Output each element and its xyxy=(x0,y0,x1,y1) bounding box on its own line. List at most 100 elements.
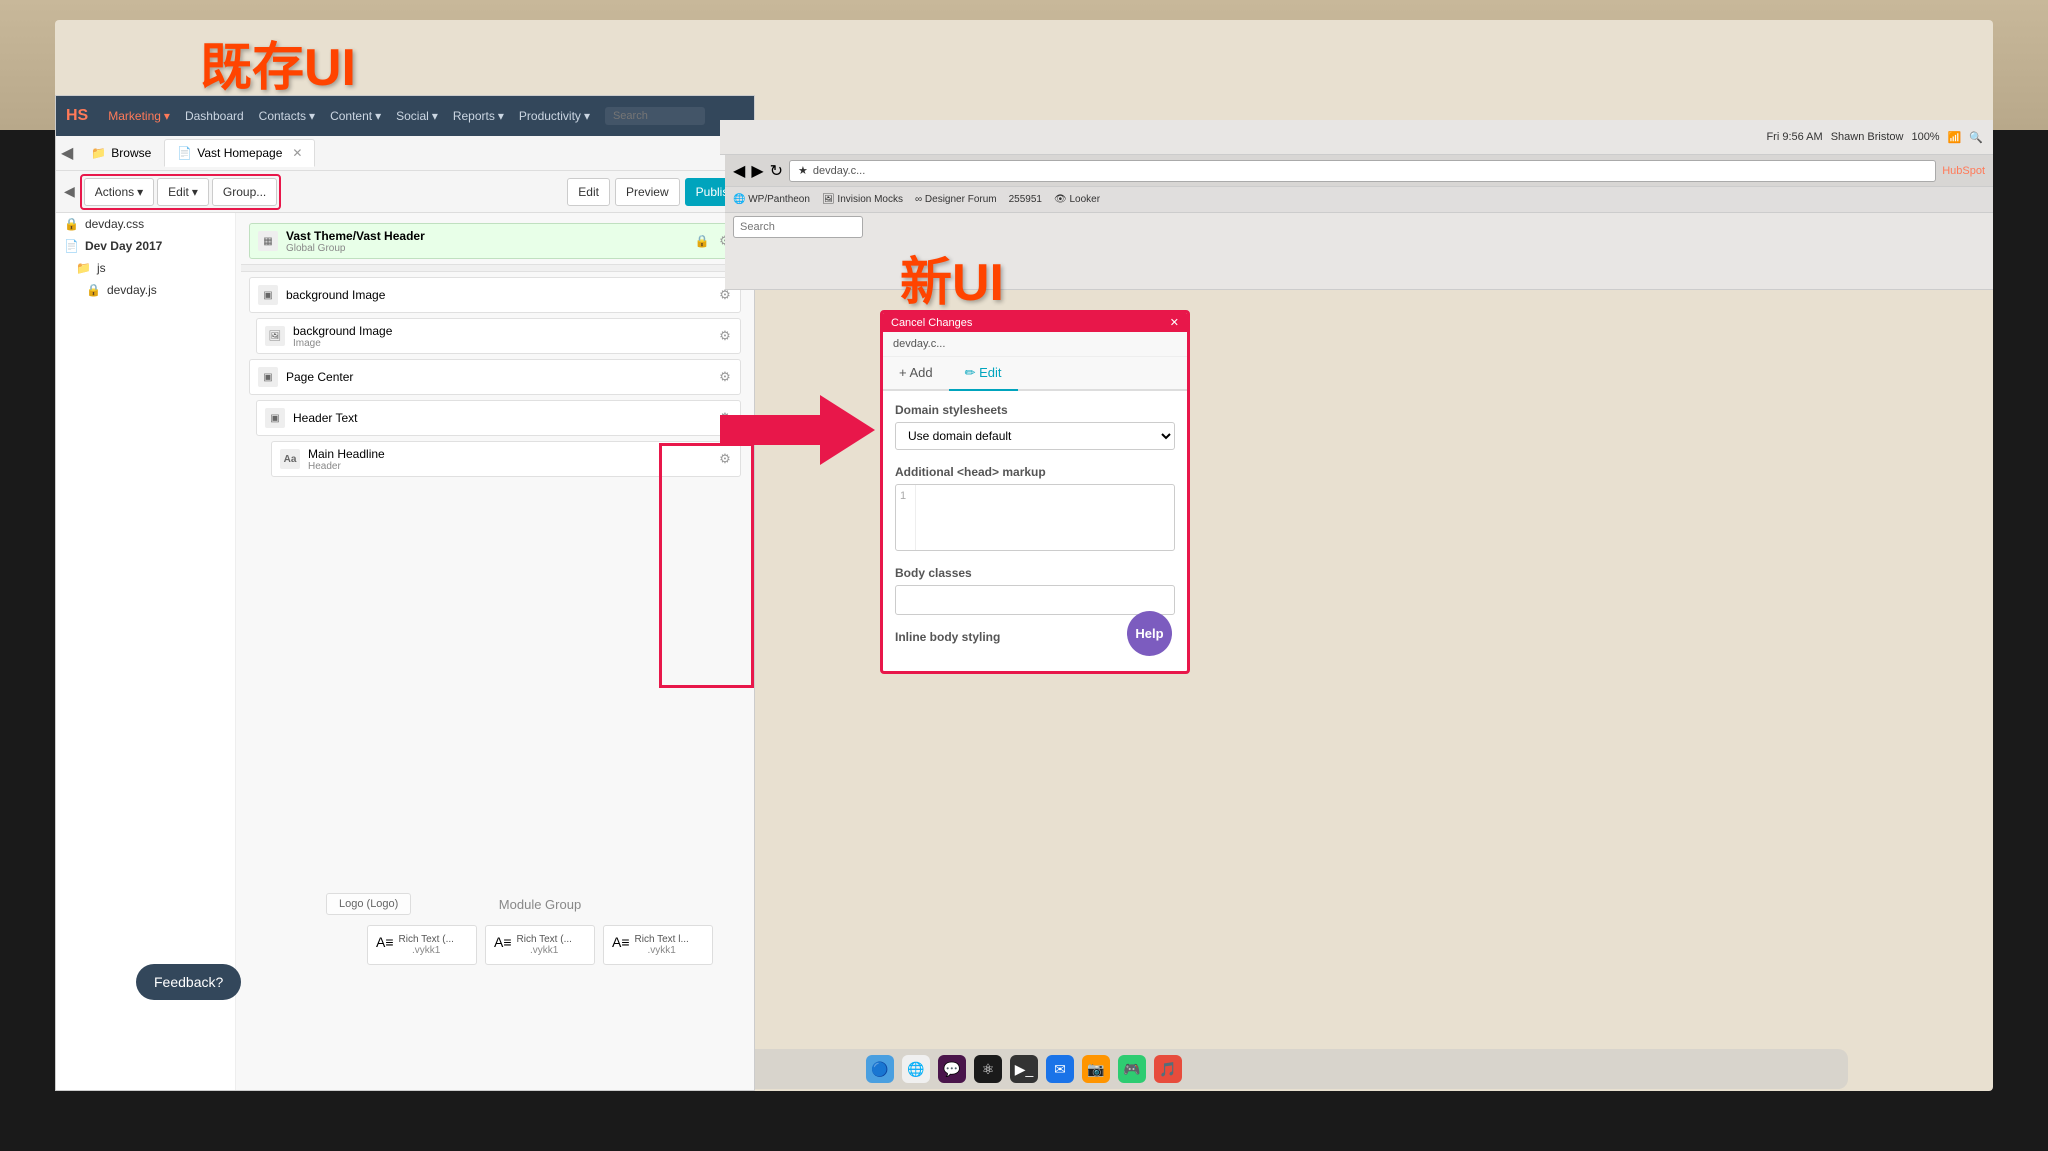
section-divider-1 xyxy=(241,264,749,272)
feedback-button[interactable]: Feedback? xyxy=(136,964,241,1000)
module-header-text[interactable]: ▣ Header Text ⚙ xyxy=(256,400,741,436)
bookmark-5[interactable]: 👁 Looker xyxy=(1054,194,1100,205)
url-text: devday.c... xyxy=(813,165,865,177)
refresh-icon[interactable]: ↻ xyxy=(770,161,783,181)
hubspot-logo: HS xyxy=(66,107,88,125)
nav-search-input[interactable] xyxy=(605,107,705,125)
module-bg-image[interactable]: 🖼 background Image Image ⚙ xyxy=(256,318,741,354)
group-icon: ▣ xyxy=(258,285,278,305)
module-type: Global Group xyxy=(286,243,425,254)
hubspot-old-window: HS Marketing ▾ Dashboard Contacts ▾ Cont… xyxy=(55,95,755,1091)
browser-bookmarks: 🌐 WP/Pantheon 🖼 Invision Mocks ∞ Designe… xyxy=(725,187,1993,213)
gear-button-4[interactable]: ⚙ xyxy=(715,367,735,387)
rich-text-icon-2: A≡ xyxy=(494,934,512,950)
bookmark-3[interactable]: ∞ Designer Forum xyxy=(915,194,997,205)
rich-text-icon: A≡ xyxy=(376,934,394,950)
hubspot-icon: HubSpot xyxy=(1942,165,1985,177)
lock-icon: 🔒 xyxy=(64,217,79,231)
url-bar[interactable]: ★ devday.c... xyxy=(789,160,1936,182)
sidebar-file-devday-js[interactable]: 🔒 devday.js xyxy=(56,279,235,301)
rich-text-2[interactable]: A≡ Rich Text (... .vykk1 xyxy=(485,925,595,965)
title-new: 新UI xyxy=(900,240,1004,315)
search-icon[interactable]: 🔍 xyxy=(1969,131,1983,144)
new-ui-panel: Cancel Changes ✕ devday.c... + Add ✏ Edi… xyxy=(880,310,1190,674)
actions-group: Actions ▾ Edit ▾ Group... xyxy=(80,174,281,210)
bookmark-4[interactable]: 255951 xyxy=(1009,194,1042,205)
module-bg-image-group[interactable]: ▣ background Image ⚙ xyxy=(249,277,741,313)
star-icon: ★ xyxy=(798,164,808,177)
edit-button-2[interactable]: Edit xyxy=(567,178,610,206)
nav-item-social[interactable]: Social ▾ xyxy=(396,109,438,123)
tab-vast-homepage[interactable]: 📄 Vast Homepage ✕ xyxy=(164,139,315,167)
mac-user: Shawn Bristow xyxy=(1831,131,1904,143)
domain-stylesheets-group: Domain stylesheets Use domain default xyxy=(895,403,1175,450)
sidebar-file-js[interactable]: 📁 js xyxy=(56,257,235,279)
dock-icon-slack[interactable]: 💬 xyxy=(938,1055,966,1083)
group-button[interactable]: Group... xyxy=(212,178,277,206)
chevron-down-icon: ▾ xyxy=(137,185,143,199)
cancel-changes-label: Cancel Changes xyxy=(891,317,972,329)
module-name-4: Page Center xyxy=(286,370,353,384)
tab-add[interactable]: + Add xyxy=(883,357,949,391)
rich-text-3[interactable]: A≡ Rich Text l... .vykk1 xyxy=(603,925,713,965)
help-button[interactable]: Help xyxy=(1127,611,1172,656)
sidebar-file-devday-css[interactable]: 🔒 devday.css xyxy=(56,213,235,235)
collapse-icon[interactable]: ◀ xyxy=(64,183,75,200)
rich-text-file-2: .vykk1 xyxy=(517,945,572,956)
domain-stylesheets-select[interactable]: Use domain default xyxy=(895,422,1175,450)
actions-button[interactable]: Actions ▾ xyxy=(84,178,154,206)
chevron-down-icon: ▾ xyxy=(192,185,198,199)
nav-item-contacts[interactable]: Contacts ▾ xyxy=(259,109,315,123)
head-markup-textarea-wrapper: 1 xyxy=(895,484,1175,551)
nav-item-reports[interactable]: Reports ▾ xyxy=(453,109,504,123)
head-markup-label: Additional <head> markup xyxy=(895,465,1175,479)
dock-icon-mail[interactable]: ✉ xyxy=(1046,1055,1074,1083)
head-markup-textarea[interactable] xyxy=(921,485,1174,550)
back-icon[interactable]: ◀ xyxy=(733,161,745,181)
grid-icon: ▦ xyxy=(258,231,278,251)
chevron-down-icon: ▾ xyxy=(309,109,315,123)
back-nav-icon[interactable]: ◀ xyxy=(61,143,73,163)
edit-button-1[interactable]: Edit ▾ xyxy=(157,178,209,206)
rich-text-label-2: Rich Text (... xyxy=(517,934,572,945)
wifi-icon: 📶 xyxy=(1948,131,1962,144)
line-number: 1 xyxy=(896,485,916,550)
forward-icon[interactable]: ▶ xyxy=(751,161,763,181)
rich-text-1[interactable]: A≡ Rich Text (... .vykk1 xyxy=(367,925,477,965)
close-tab-icon[interactable]: ✕ xyxy=(292,146,302,160)
module-vast-header[interactable]: ▦ Vast Theme/Vast Header Global Group 🔒 … xyxy=(249,223,741,259)
module-page-center[interactable]: ▣ Page Center ⚙ xyxy=(249,359,741,395)
dock-icon-extra1[interactable]: 🎮 xyxy=(1118,1055,1146,1083)
dock-icon-finder[interactable]: 🔵 xyxy=(866,1055,894,1083)
nav-item-marketing[interactable]: Marketing ▾ xyxy=(108,109,170,123)
new-ui-url-area: devday.c... xyxy=(883,332,1187,357)
nav-item-content[interactable]: Content ▾ xyxy=(330,109,381,123)
mac-battery: 100% xyxy=(1911,131,1939,143)
gear-button-3[interactable]: ⚙ xyxy=(715,326,735,346)
body-classes-input[interactable] xyxy=(895,585,1175,615)
module-main-headline[interactable]: Aa Main Headline Header ⚙ xyxy=(271,441,741,477)
dock-icon-extra2[interactable]: 🎵 xyxy=(1154,1055,1182,1083)
sidebar-file-devday-2017[interactable]: 📄 Dev Day 2017 xyxy=(56,235,235,257)
preview-button[interactable]: Preview xyxy=(615,178,680,206)
nav-item-productivity[interactable]: Productivity ▾ xyxy=(519,109,590,123)
cancel-x-icon[interactable]: ✕ xyxy=(1170,316,1179,329)
bookmark-1[interactable]: 🌐 WP/Pantheon xyxy=(733,194,810,205)
page-icon: 📄 xyxy=(64,239,79,253)
title-existing: 既存UI xyxy=(200,25,356,100)
tab-edit[interactable]: ✏ Edit xyxy=(949,357,1018,391)
bookmark-2[interactable]: 🖼 Invision Mocks xyxy=(822,194,903,205)
rich-text-icon-3: A≡ xyxy=(612,934,630,950)
new-ui-cancel-header: Cancel Changes ✕ xyxy=(883,313,1187,332)
hs-content: 🔒 devday.css 📄 Dev Day 2017 📁 js 🔒 devda… xyxy=(56,213,754,1090)
lock-button[interactable]: 🔒 xyxy=(692,231,712,251)
browser-search-input[interactable] xyxy=(733,216,863,238)
tab-browse[interactable]: 📁 Browse xyxy=(78,139,164,167)
module-group-label: Module Group xyxy=(326,889,754,920)
nav-item-dashboard[interactable]: Dashboard xyxy=(185,109,244,123)
module-actions-4: ⚙ xyxy=(715,367,735,387)
dock-icon-atom[interactable]: ⚛ xyxy=(974,1055,1002,1083)
dock-icon-chrome[interactable]: 🌐 xyxy=(902,1055,930,1083)
dock-icon-photos[interactable]: 📷 xyxy=(1082,1055,1110,1083)
dock-icon-terminal[interactable]: ▶_ xyxy=(1010,1055,1038,1083)
